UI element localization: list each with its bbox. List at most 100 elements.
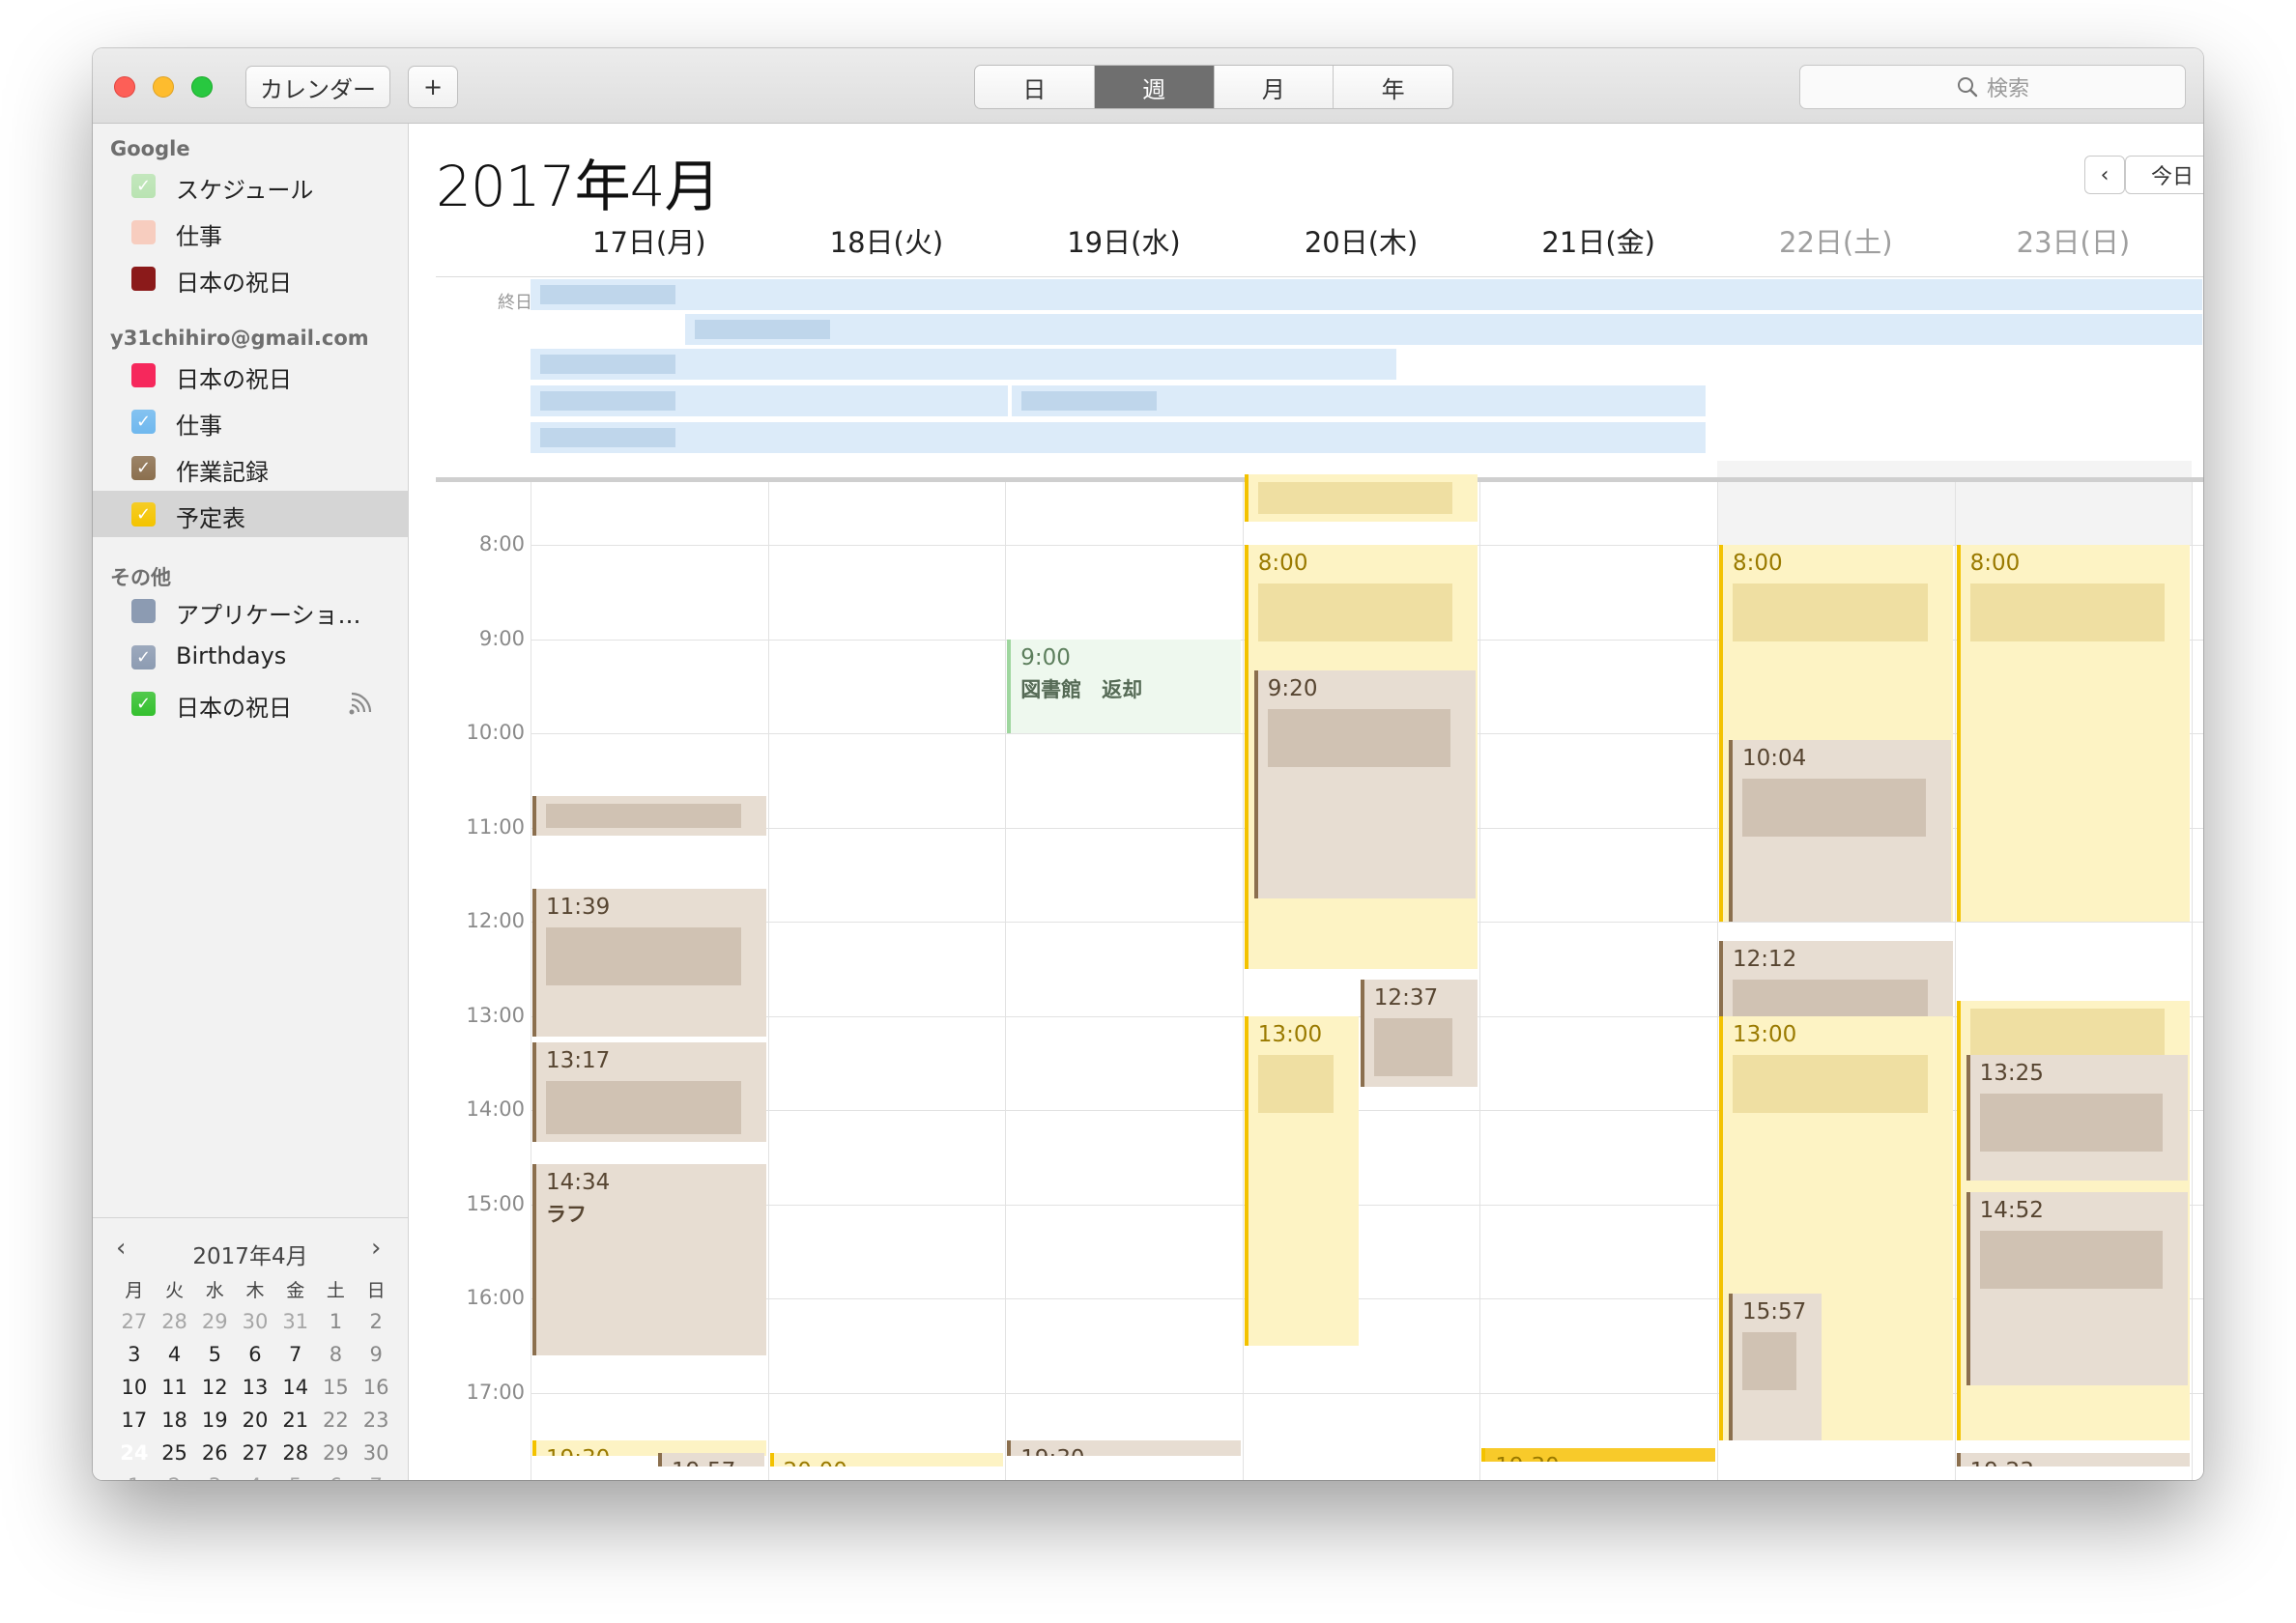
mini-calendar-day[interactable]: 29 bbox=[316, 1438, 357, 1467]
calendar-checkbox[interactable]: ✓ bbox=[131, 410, 156, 434]
mini-calendar-day[interactable]: 3 bbox=[114, 1340, 155, 1369]
calendar-event[interactable]: 9:20 bbox=[1253, 670, 1477, 898]
sidebar-item-schedule[interactable]: ✓ スケジュール bbox=[93, 162, 408, 209]
mini-calendar-day[interactable]: 23 bbox=[356, 1406, 396, 1435]
mini-calendar-day[interactable]: 2 bbox=[155, 1471, 195, 1480]
calendar-checkbox[interactable] bbox=[131, 267, 156, 291]
calendar-event[interactable]: 19:30 bbox=[1007, 1439, 1241, 1456]
calendar-checkbox[interactable]: ✓ bbox=[131, 456, 156, 480]
calendar-event[interactable]: 15:57 bbox=[1729, 1294, 1822, 1440]
minimize-window-button[interactable] bbox=[153, 76, 174, 98]
mini-calendar-day[interactable]: 3 bbox=[194, 1471, 235, 1480]
mini-calendar-day[interactable]: 1 bbox=[316, 1307, 357, 1336]
close-window-button[interactable] bbox=[114, 76, 135, 98]
mini-calendar-day[interactable]: 6 bbox=[316, 1471, 357, 1480]
mini-calendar-day[interactable]: 19 bbox=[194, 1406, 235, 1435]
sidebar-item-apps[interactable]: アプリケーショ… bbox=[93, 587, 408, 634]
calendar-event[interactable]: 14:52 bbox=[1966, 1191, 2189, 1385]
all-day-event[interactable] bbox=[685, 314, 2202, 345]
mini-calendar-day[interactable]: 2 bbox=[356, 1307, 396, 1336]
mini-calendar-day[interactable]: 8 bbox=[316, 1340, 357, 1369]
mini-calendar-day[interactable]: 30 bbox=[235, 1307, 275, 1336]
view-tab-month[interactable]: 月 bbox=[1215, 66, 1335, 108]
day-header[interactable]: 22日(土) bbox=[1717, 220, 1955, 261]
mini-calendar-next-icon[interactable]: › bbox=[371, 1234, 381, 1263]
sidebar-item-holidays-gmail[interactable]: 日本の祝日 bbox=[93, 352, 408, 398]
sidebar-item-work-log[interactable]: ✓ 作業記録 bbox=[93, 444, 408, 491]
calendar-event[interactable]: 9:00 図書館 返却 bbox=[1007, 639, 1241, 734]
calendar-event[interactable]: 19:57 bbox=[658, 1452, 764, 1466]
mini-calendar-day[interactable]: 22 bbox=[316, 1406, 357, 1435]
calendar-checkbox[interactable]: ✓ bbox=[131, 502, 156, 527]
day-header[interactable]: 20日(木) bbox=[1243, 220, 1480, 261]
mini-calendar-day[interactable]: 5 bbox=[275, 1471, 316, 1480]
calendar-event[interactable]: 11:39 bbox=[532, 889, 766, 1037]
calendar-event[interactable]: 13:25 bbox=[1966, 1055, 2189, 1182]
mini-calendar-day[interactable]: 13 bbox=[235, 1373, 275, 1402]
all-day-event[interactable] bbox=[531, 422, 1706, 453]
calendar-event[interactable] bbox=[1244, 474, 1478, 522]
mini-calendar-day[interactable]: 4 bbox=[155, 1340, 195, 1369]
mini-calendar-day[interactable]: 28 bbox=[275, 1438, 316, 1467]
sidebar-item-yoteihyo[interactable]: ✓ 予定表 bbox=[93, 491, 408, 537]
today-button[interactable]: 今日 bbox=[2125, 156, 2203, 194]
day-header[interactable]: 17日(月) bbox=[531, 220, 768, 261]
prev-week-button[interactable]: ‹ bbox=[2084, 156, 2125, 194]
day-header[interactable]: 19日(水) bbox=[1005, 220, 1243, 261]
zoom-window-button[interactable] bbox=[191, 76, 213, 98]
mini-calendar-day[interactable]: 6 bbox=[235, 1340, 275, 1369]
calendar-event[interactable] bbox=[532, 796, 766, 836]
mini-calendar-day[interactable]: 20 bbox=[235, 1406, 275, 1435]
day-header[interactable]: 18日(火) bbox=[768, 220, 1006, 261]
calendars-button[interactable]: カレンダー bbox=[245, 66, 390, 108]
mini-calendar-day[interactable]: 28 bbox=[155, 1307, 195, 1336]
mini-calendar-day[interactable]: 31 bbox=[275, 1307, 316, 1336]
calendar-event[interactable]: 12:37 bbox=[1360, 980, 1478, 1087]
mini-calendar-day[interactable]: 27 bbox=[114, 1307, 155, 1336]
add-event-button[interactable]: + bbox=[408, 66, 458, 108]
calendar-checkbox[interactable]: ✓ bbox=[131, 645, 156, 669]
mini-calendar-day[interactable]: 29 bbox=[194, 1307, 235, 1336]
mini-calendar-day[interactable]: 14 bbox=[275, 1373, 316, 1402]
day-header[interactable]: 23日(日) bbox=[1955, 220, 2193, 261]
mini-calendar-day[interactable]: 11 bbox=[155, 1373, 195, 1402]
all-day-event[interactable] bbox=[1012, 385, 1706, 416]
sidebar-item-holidays-google[interactable]: 日本の祝日 bbox=[93, 255, 408, 301]
view-tab-year[interactable]: 年 bbox=[1334, 66, 1452, 108]
day-header[interactable]: 21日(金) bbox=[1479, 220, 1717, 261]
calendar-event[interactable]: 13:00 bbox=[1244, 1015, 1359, 1347]
mini-calendar-day[interactable]: 16 bbox=[356, 1373, 396, 1402]
calendar-event[interactable]: 8:00 bbox=[1956, 545, 2191, 923]
mini-calendar-day[interactable]: 12 bbox=[194, 1373, 235, 1402]
mini-calendar-day[interactable]: 5 bbox=[194, 1340, 235, 1369]
sidebar-item-work-gmail[interactable]: ✓ 仕事 bbox=[93, 398, 408, 444]
calendar-event[interactable]: 19:23 bbox=[1956, 1452, 2191, 1466]
mini-calendar-day[interactable]: 21 bbox=[275, 1406, 316, 1435]
mini-calendar-day[interactable]: 10 bbox=[114, 1373, 155, 1402]
mini-calendar-day[interactable]: 18 bbox=[155, 1406, 195, 1435]
view-tab-week[interactable]: 週 bbox=[1094, 66, 1215, 108]
calendar-event[interactable]: 20:00 bbox=[769, 1452, 1004, 1466]
sidebar-item-work-google[interactable]: 仕事 bbox=[93, 209, 408, 255]
mini-calendar-day[interactable]: 17 bbox=[114, 1406, 155, 1435]
calendar-event[interactable]: 13:17 bbox=[532, 1042, 766, 1142]
mini-calendar-day[interactable]: 27 bbox=[235, 1438, 275, 1467]
mini-calendar-day[interactable]: 25 bbox=[155, 1438, 195, 1467]
calendar-checkbox[interactable]: ✓ bbox=[131, 174, 156, 198]
all-day-event[interactable] bbox=[531, 279, 2202, 310]
sidebar-item-birthdays[interactable]: ✓ Birthdays bbox=[93, 634, 408, 680]
mini-calendar-day[interactable]: 4 bbox=[235, 1471, 275, 1480]
calendar-checkbox[interactable] bbox=[131, 220, 156, 244]
calendar-checkbox[interactable] bbox=[131, 599, 156, 623]
calendar-checkbox[interactable]: ✓ bbox=[131, 692, 156, 716]
mini-calendar-day[interactable]: 26 bbox=[194, 1438, 235, 1467]
mini-calendar-day[interactable]: 1 bbox=[114, 1471, 155, 1480]
mini-calendar-day[interactable]: 24 bbox=[114, 1438, 155, 1468]
calendar-event[interactable]: 14:34 ラフ bbox=[532, 1163, 766, 1355]
view-tab-day[interactable]: 日 bbox=[975, 66, 1095, 108]
mini-calendar-day[interactable]: 7 bbox=[356, 1471, 396, 1480]
all-day-event[interactable] bbox=[531, 349, 1396, 380]
sidebar-item-holidays-other[interactable]: ✓ 日本の祝日 bbox=[93, 680, 408, 726]
all-day-event[interactable] bbox=[531, 385, 1008, 416]
mini-calendar-day[interactable]: 7 bbox=[275, 1340, 316, 1369]
